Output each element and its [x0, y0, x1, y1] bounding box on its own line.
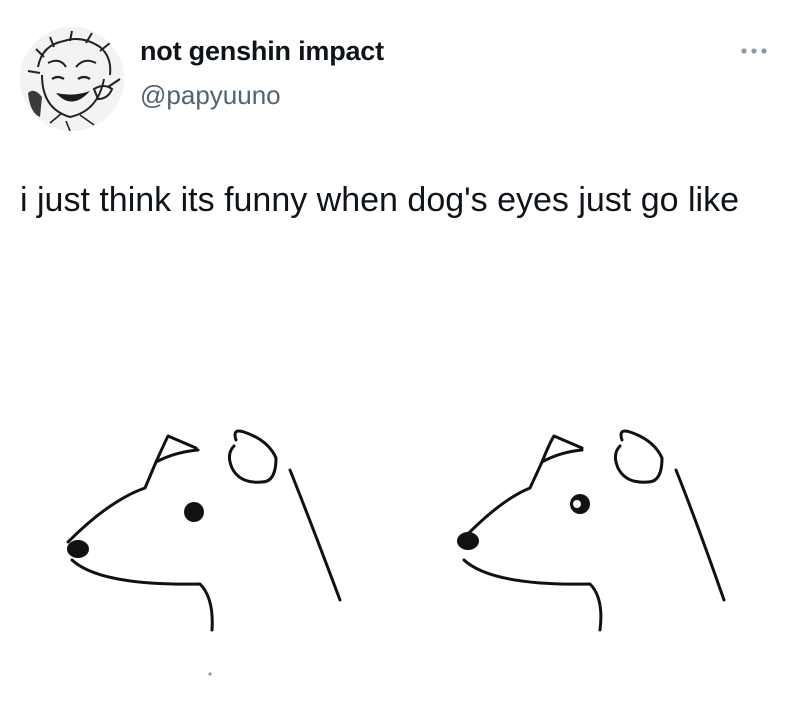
more-options-icon	[741, 48, 767, 54]
dog-eyes-drawing-icon	[66, 429, 726, 676]
tweet-text: i just think its funny when dog's eyes j…	[20, 181, 739, 219]
user-handle[interactable]: @papyuuno	[140, 80, 281, 111]
tweet: not genshin impact @papyuuno i just thin…	[0, 0, 800, 699]
avatar[interactable]	[20, 27, 124, 131]
dog-drawing-left	[66, 429, 342, 632]
dog-drawing-right	[458, 429, 726, 632]
more-options-button[interactable]	[736, 40, 772, 62]
display-name[interactable]: not genshin impact	[140, 36, 384, 67]
tweet-media[interactable]	[0, 390, 800, 699]
avatar-drawing-icon	[20, 27, 124, 131]
